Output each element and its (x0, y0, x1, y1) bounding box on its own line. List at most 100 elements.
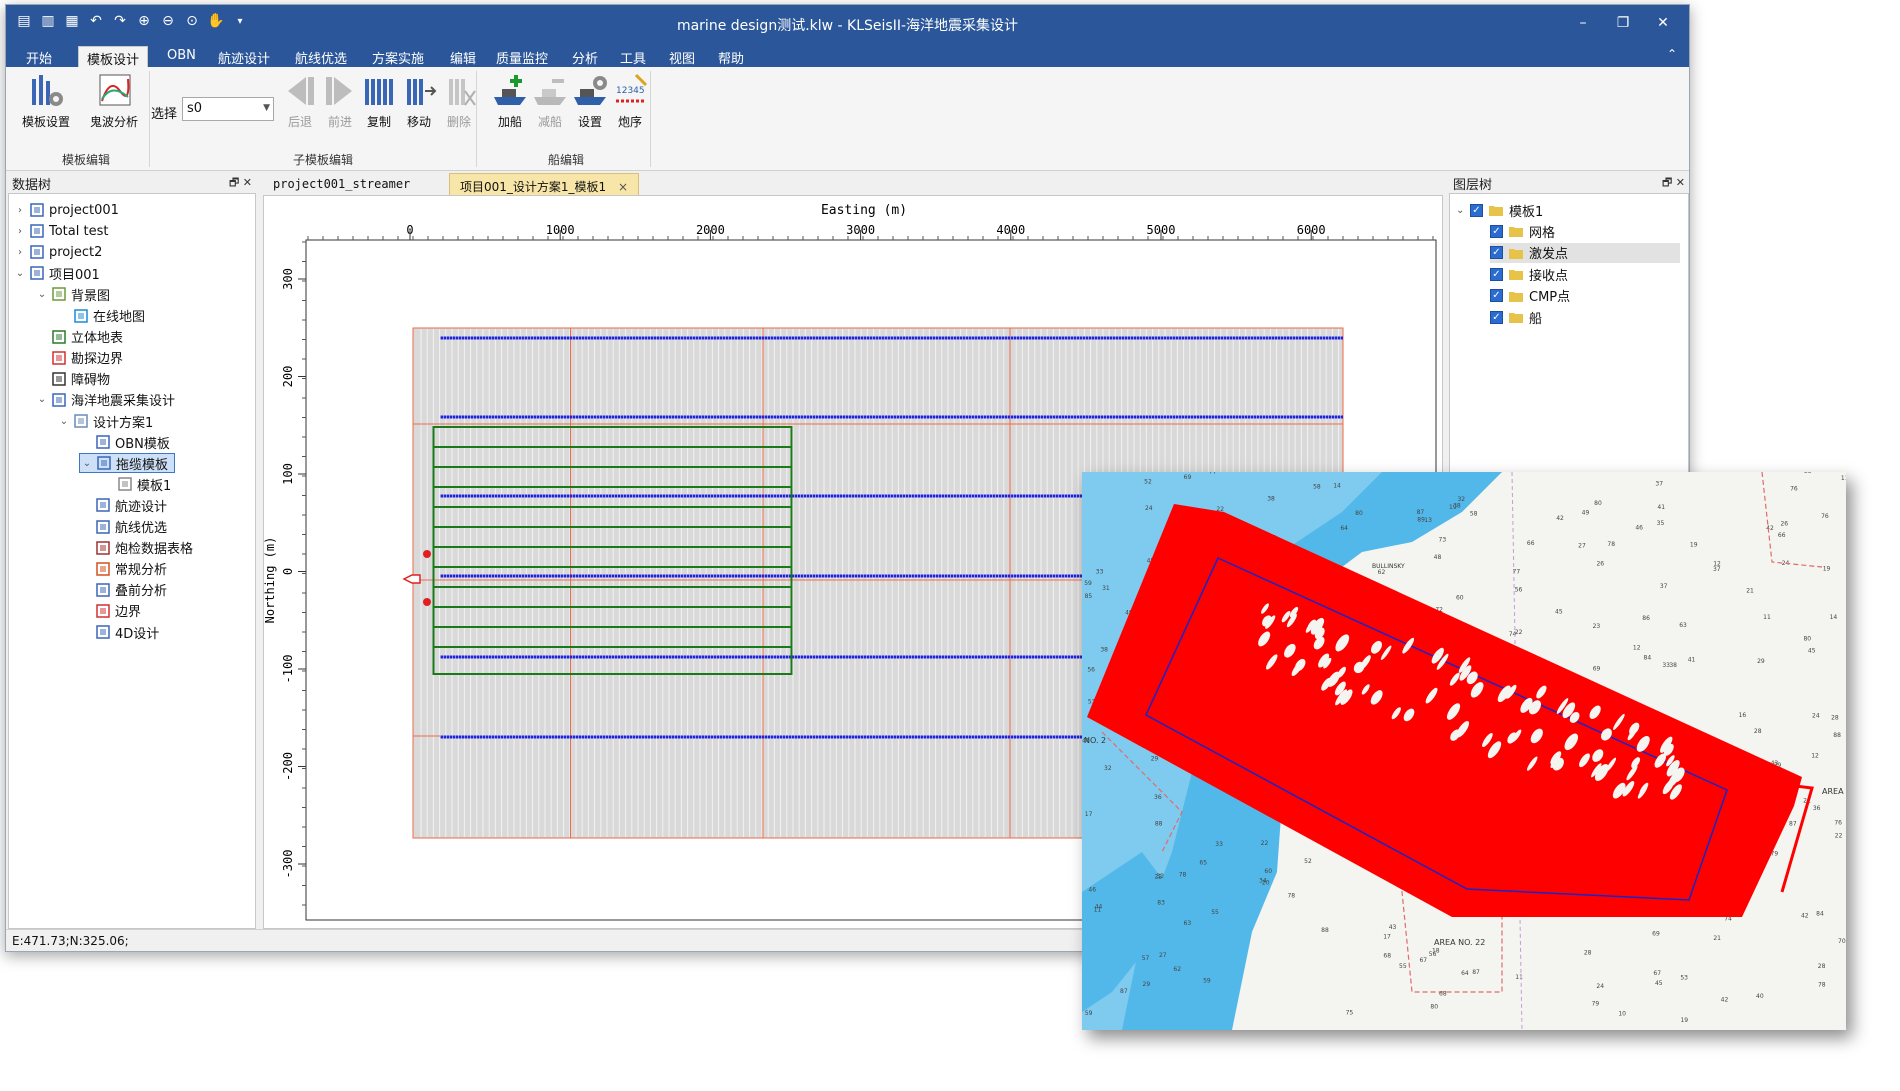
chevron-down-icon[interactable]: ⌄ (80, 458, 94, 469)
minimize-icon[interactable]: – (1563, 9, 1603, 37)
restore-icon[interactable]: ❐ (1603, 9, 1643, 37)
sub-template-select[interactable]: s0 ▼ (182, 97, 274, 121)
tab-template-design[interactable]: 模板设计 (78, 46, 149, 68)
chevron-down-icon[interactable]: ⌄ (1456, 205, 1470, 216)
depth-sounding: 11 (1763, 614, 1771, 621)
chevron-right-icon[interactable]: › (13, 226, 27, 237)
depth-sounding: 38 (1100, 647, 1108, 654)
tree-node[interactable]: 4D设计 (79, 622, 159, 642)
tab-help[interactable]: 帮助 (710, 46, 752, 67)
depth-sounding: 78 (1287, 892, 1295, 899)
y-tick-label: -300 (281, 850, 295, 879)
tree-node-icon (29, 244, 45, 260)
tree-node[interactable]: 勘探边界 (35, 348, 123, 368)
tab-plan-implementation[interactable]: 方案实施 (364, 46, 432, 67)
tree-node[interactable]: 障碍物 (35, 369, 110, 389)
tree-node-icon (95, 434, 111, 450)
tab-start[interactable]: 开始 (18, 46, 60, 67)
tree-node[interactable]: 航线优选 (79, 517, 167, 537)
tree-node[interactable]: ⌄ 海洋地震采集设计 (35, 390, 175, 410)
depth-sounding: 76 (1790, 486, 1798, 493)
chevron-down-icon[interactable]: ⌄ (35, 394, 49, 405)
depth-sounding: 28 (1584, 950, 1592, 957)
tab-project001-streamer[interactable]: project001_streamer (263, 173, 420, 195)
tree-node[interactable]: 叠前分析 (79, 580, 167, 600)
layer-item[interactable]: ✓ CMP点 (1490, 286, 1576, 306)
group-template-edit: 模板编辑 (61, 153, 110, 167)
chevron-right-icon[interactable]: › (13, 205, 27, 216)
depth-sounding: 56 (1515, 587, 1523, 594)
tree-node[interactable]: ⌄ 背景图 (35, 284, 110, 304)
tree-node[interactable]: › Total test (13, 221, 108, 241)
tree-node-icon (51, 329, 67, 345)
tree-node[interactable]: 常规分析 (79, 559, 167, 579)
ghost-analysis-button[interactable]: 鬼波分析 (86, 71, 142, 135)
folder-icon (1509, 313, 1523, 323)
tree-node-icon (95, 603, 111, 619)
close-icon[interactable]: ✕ (1643, 9, 1683, 37)
depth-sounding: 75 (1346, 1009, 1354, 1016)
tree-node[interactable]: 立体地表 (35, 327, 123, 347)
tab-analysis[interactable]: 分析 (564, 46, 606, 67)
checkbox-checked-icon[interactable]: ✓ (1490, 289, 1503, 302)
tab-obn[interactable]: OBN (159, 46, 204, 67)
tab-track-design[interactable]: 航迹设计 (210, 46, 278, 67)
tree-node[interactable]: OBN模板 (79, 432, 170, 452)
depth-sounding: 34 (1259, 878, 1267, 885)
nautical-chart: 1950577249222487865423282238292870271361… (1082, 472, 1846, 1030)
checkbox-checked-icon[interactable]: ✓ (1470, 203, 1483, 217)
source-point-marker[interactable] (423, 598, 431, 606)
tree-node[interactable]: › project2 (13, 242, 102, 262)
source-point-marker[interactable] (423, 550, 431, 558)
tree-node[interactable]: ⌄ 设计方案1 (57, 411, 153, 431)
depth-sounding: 27 (1578, 542, 1586, 549)
template-settings-button[interactable]: 模板设置 (18, 71, 74, 135)
chevron-down-icon[interactable]: ⌄ (35, 289, 49, 300)
tree-node[interactable]: ⌄ 项目001 (13, 263, 100, 283)
depth-sounding: 78 (1607, 541, 1615, 548)
checkbox-checked-icon[interactable]: ✓ (1490, 310, 1503, 324)
tree-node[interactable]: ⌄ 拖缆模板 (79, 453, 176, 474)
chevron-down-icon[interactable]: ⌄ (57, 416, 71, 427)
delete-button[interactable]: 删除 (431, 71, 487, 135)
tree-node-label: 拖缆模板 (116, 457, 169, 473)
close-tab-icon[interactable]: × (618, 180, 628, 194)
tree-node-label: 炮检数据表格 (115, 542, 194, 558)
tree-node[interactable]: 在线地图 (57, 306, 145, 326)
tab-line-optimization[interactable]: 航线优选 (287, 46, 355, 67)
layer-item[interactable]: ✓ 接收点 (1490, 264, 1574, 284)
layer-item[interactable]: ✓ 激发点 (1490, 242, 1680, 263)
depth-sounding: 87 (1417, 509, 1425, 516)
checkbox-checked-icon[interactable]: ✓ (1490, 246, 1503, 259)
layer-item[interactable]: ✓ 网格 (1490, 221, 1561, 241)
tab-quality-monitor[interactable]: 质量监控 (488, 46, 556, 67)
tree-node[interactable]: 航迹设计 (79, 495, 167, 515)
tree-node[interactable]: 炮检数据表格 (79, 538, 193, 558)
depth-sounding: 85 (1085, 593, 1093, 600)
depth-sounding: 11 (1515, 974, 1523, 981)
tree-node-label: 在线地图 (93, 310, 146, 325)
group-ship-edit: 船编辑 (547, 153, 584, 167)
checkbox-checked-icon[interactable]: ✓ (1490, 224, 1503, 238)
tab-view[interactable]: 视图 (661, 46, 703, 67)
tree-node[interactable]: › project001 (13, 200, 119, 220)
panel-pin-close-icon[interactable]: 🗗 ✕ (1662, 174, 1685, 193)
depth-sounding: 12 (1633, 645, 1641, 652)
tree-node[interactable]: 模板1 (101, 474, 171, 494)
layer-root-template1[interactable]: ⌄ ✓ 模板1 (1456, 200, 1549, 220)
tree-node-icon (95, 540, 111, 556)
depth-sounding: 73 (1439, 536, 1447, 543)
tab-edit[interactable]: 编辑 (442, 46, 484, 67)
layer-item[interactable]: ✓ 船 (1490, 307, 1548, 327)
y-tick-label: 300 (281, 268, 295, 290)
tab-template1[interactable]: 项目001_设计方案1_模板1 × (449, 173, 640, 195)
tab-tools[interactable]: 工具 (612, 46, 654, 67)
tree-node[interactable]: 边界 (79, 601, 141, 621)
chevron-down-icon[interactable]: ⌄ (13, 268, 27, 279)
depth-sounding: 88 (1833, 732, 1841, 739)
panel-pin-close-icon[interactable]: 🗗 ✕ (229, 174, 252, 193)
chevron-right-icon[interactable]: › (13, 247, 27, 258)
depth-sounding: 45 (1808, 647, 1816, 654)
checkbox-checked-icon[interactable]: ✓ (1490, 267, 1503, 281)
collapse-ribbon-icon[interactable]: ⌃ (1667, 47, 1677, 61)
